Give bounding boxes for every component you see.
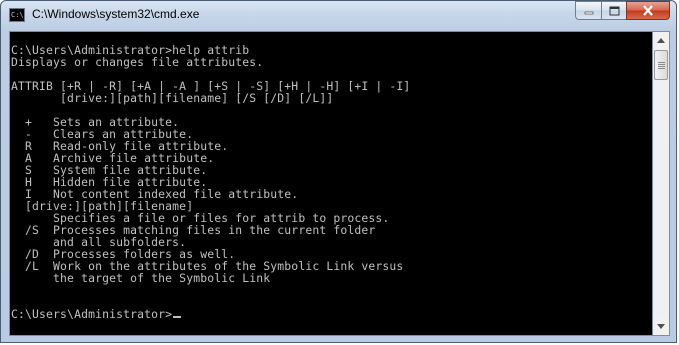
close-icon (643, 5, 653, 16)
maximize-button[interactable] (601, 1, 626, 20)
thumb-grip-line (658, 68, 665, 69)
scroll-down-button[interactable] (653, 318, 669, 335)
console-output: C:\Users\Administrator>help attrib Displa… (10, 32, 652, 320)
cmd-app-icon[interactable]: C:\ (9, 8, 25, 22)
thumb-grip-line (658, 62, 665, 63)
minimize-icon (584, 11, 593, 14)
console-line: [drive:][path][filename] [/S [/D] [/L]] (11, 91, 334, 105)
arrow-up-icon (657, 38, 665, 43)
console-line: the target of the Symbolic Link (11, 271, 271, 285)
console-line: Displays or changes file attributes. (11, 55, 264, 69)
minimize-button[interactable] (575, 1, 601, 20)
vertical-scrollbar[interactable] (653, 31, 670, 336)
prompt-line[interactable]: C:\Users\Administrator> (11, 308, 652, 320)
console-area[interactable]: C:\Users\Administrator>help attrib Displa… (9, 31, 653, 336)
command-prompt: C:\Users\Administrator> (11, 307, 173, 321)
text-cursor (173, 316, 182, 318)
scrollbar-thumb[interactable] (654, 50, 668, 80)
thumb-grip-line (658, 64, 665, 65)
close-button[interactable] (626, 1, 670, 20)
window-title: C:\Windows\system32\cmd.exe (32, 7, 200, 21)
caption-buttons (575, 1, 670, 21)
arrow-down-icon (657, 324, 665, 329)
thumb-grip-line (658, 66, 665, 67)
cmd-window: C:\ C:\Windows\system32\cmd.exe C:\Users… (0, 0, 677, 343)
title-bar[interactable]: C:\ C:\Windows\system32\cmd.exe (1, 1, 676, 31)
scroll-up-button[interactable] (653, 32, 669, 49)
maximize-icon (609, 6, 619, 15)
